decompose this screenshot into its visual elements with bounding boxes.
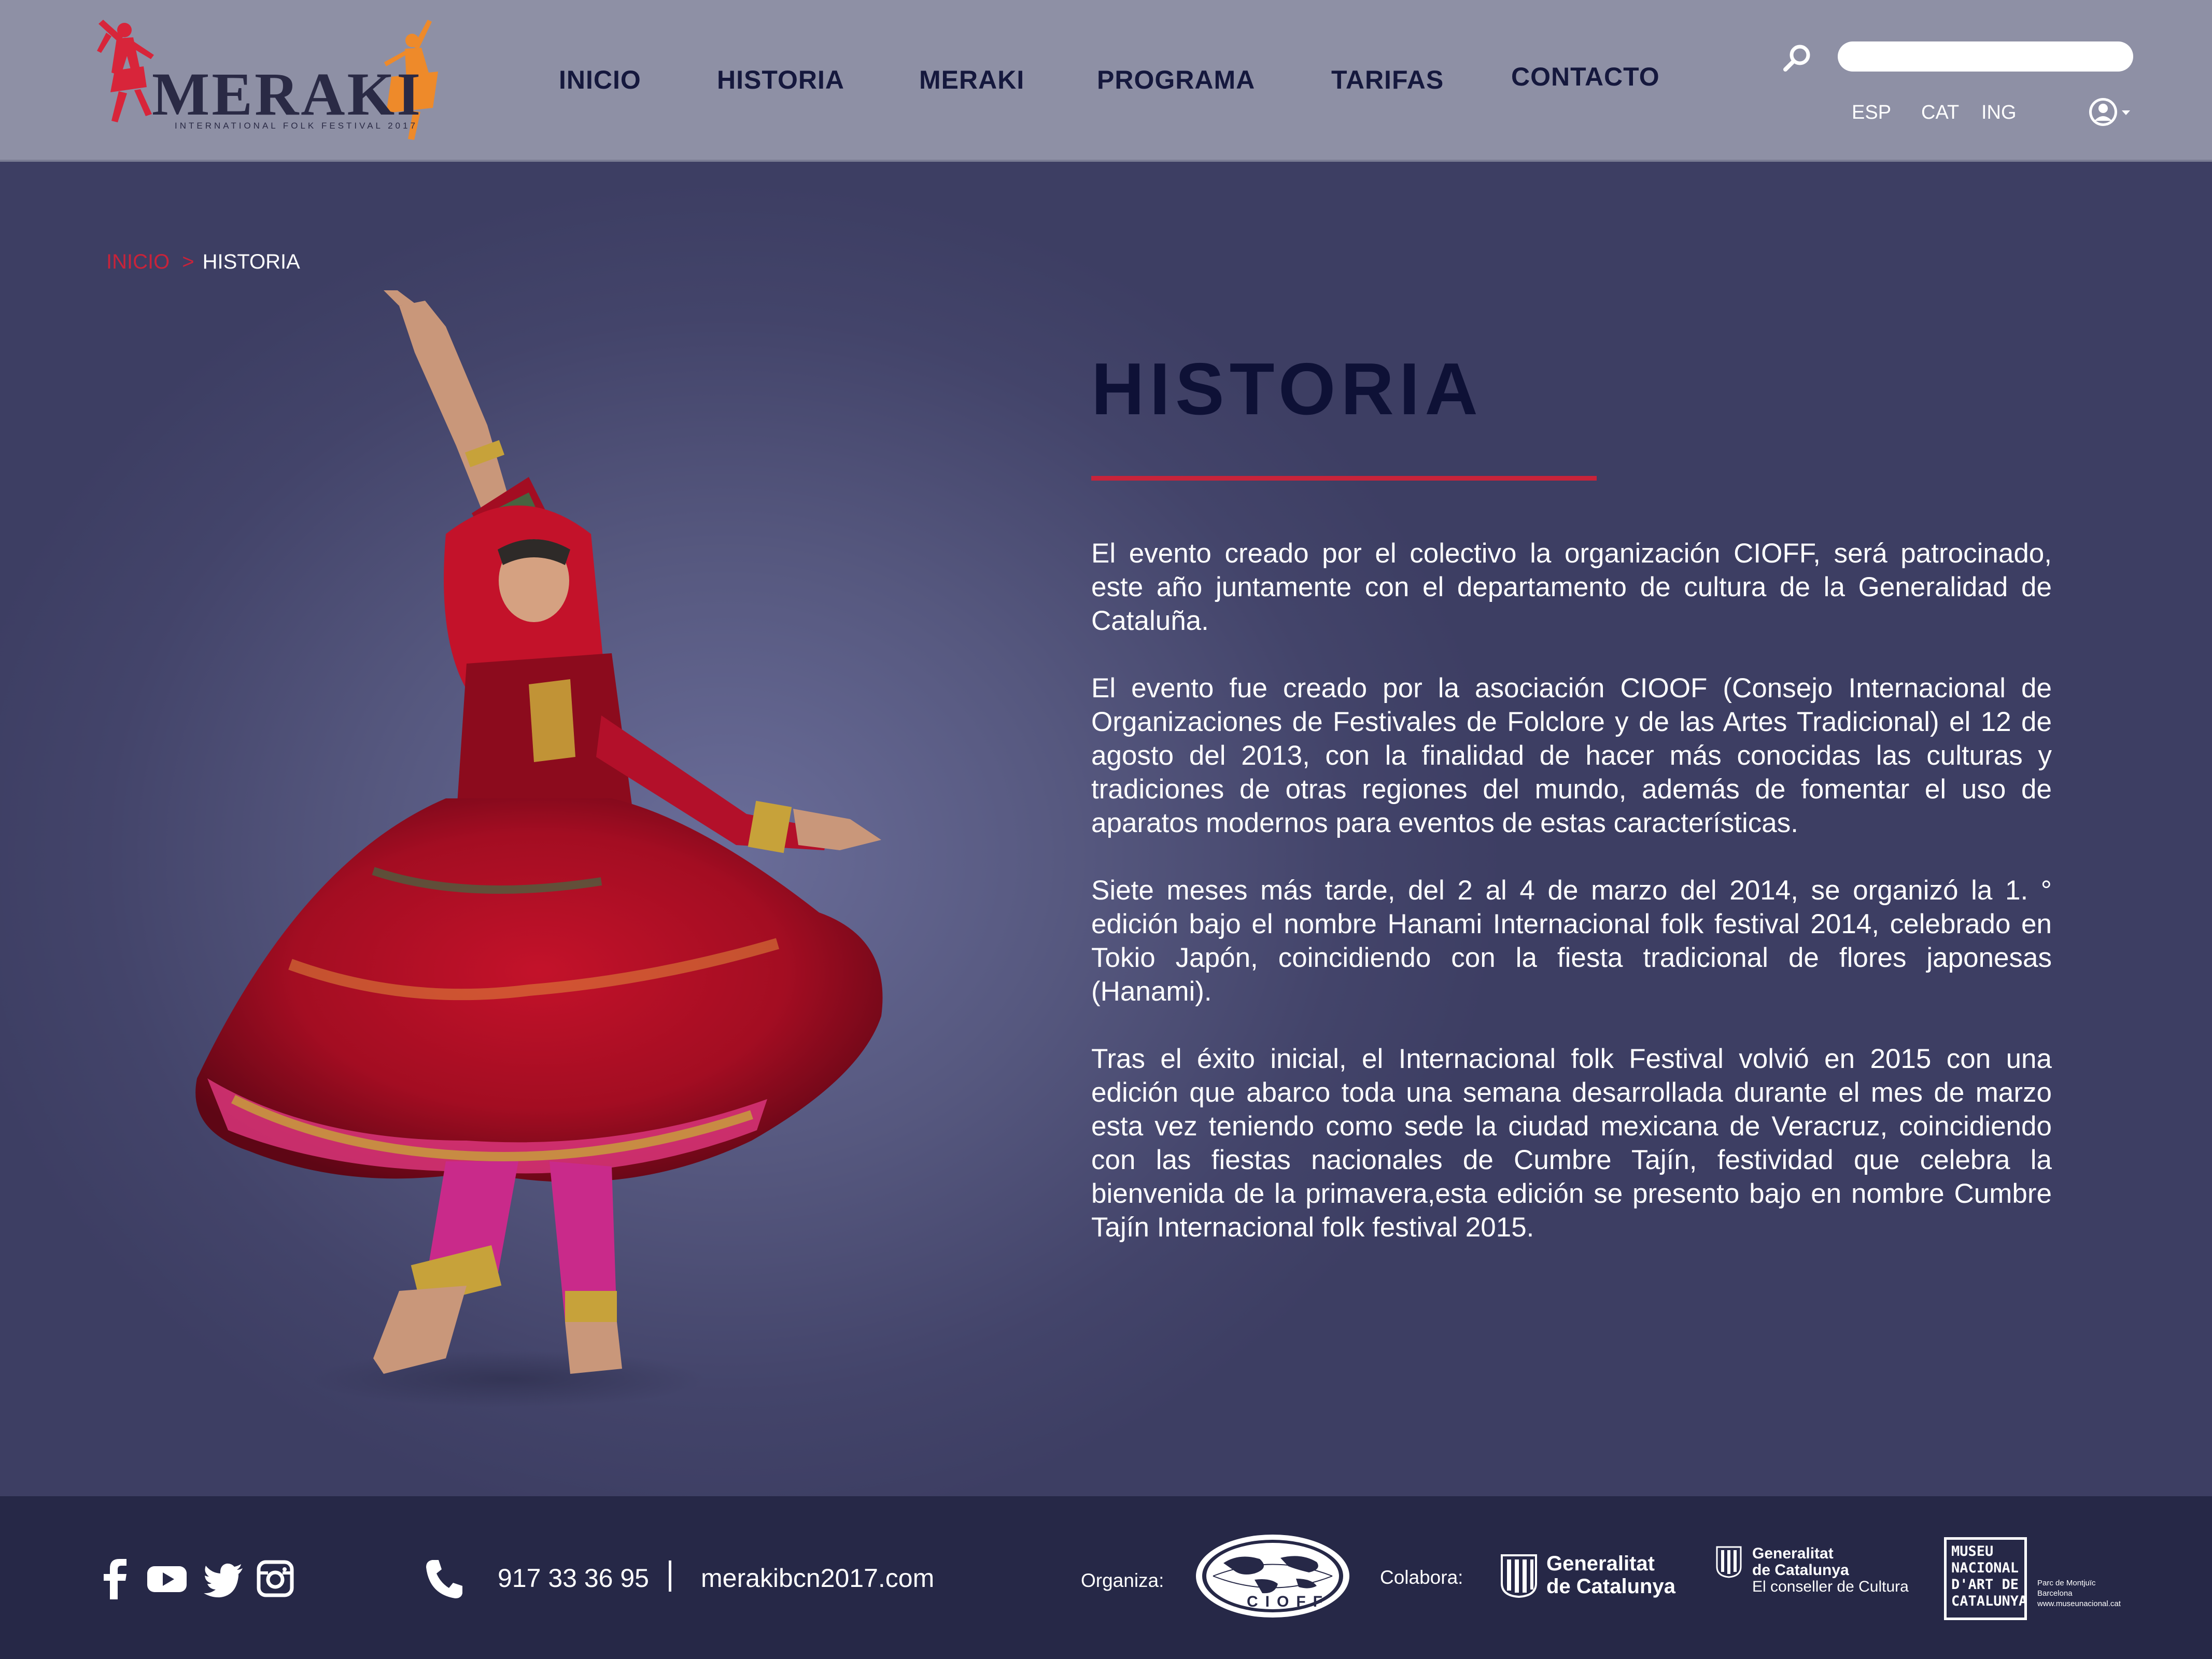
colabora-label: Colabora:: [1380, 1567, 1463, 1588]
generalitat-line1: Generalitat: [1546, 1552, 1655, 1575]
facebook-icon[interactable]: [104, 1558, 127, 1599]
museu-line3: D'ART DE: [1951, 1577, 2019, 1593]
meraki-logo[interactable]: MERAKI INTERNATIONAL FOLK FESTIVAL 2017: [96, 15, 438, 144]
museu-nacional-logo[interactable]: MUSEU NACIONAL D'ART DE CATALUNYA Parc d…: [1944, 1537, 2125, 1620]
logo-wordmark: MERAKI: [152, 60, 423, 128]
generalitat-logo[interactable]: Generalitat de Catalunya: [1501, 1550, 1687, 1602]
paragraph-4: Tras el éxito inicial, el Internacional …: [1091, 1044, 2052, 1243]
conseller-line2: de Catalunya: [1752, 1562, 1849, 1579]
generalitat-emblem-icon: [1501, 1554, 1537, 1598]
nav-item-tarifas[interactable]: TARIFAS: [1331, 65, 1444, 95]
title-underline: [1091, 476, 1597, 481]
conseller-cultura-logo[interactable]: Generalitat de Catalunya El conseller de…: [1716, 1545, 1918, 1602]
phone-icon: [425, 1558, 464, 1599]
breadcrumb: INICIO > HISTORIA: [106, 250, 300, 274]
conseller-line1: Generalitat: [1752, 1545, 1834, 1562]
museu-side2: Barcelona: [2037, 1589, 2073, 1598]
museu-side3: www.museunacional.cat: [2037, 1599, 2121, 1608]
nav-item-meraki[interactable]: MERAKI: [919, 65, 1024, 95]
contact-divider: [669, 1560, 671, 1592]
breadcrumb-home-link[interactable]: INICIO: [106, 250, 170, 273]
paragraph-2: El evento fue creado por la asociación C…: [1091, 673, 2052, 838]
lang-esp[interactable]: ESP: [1852, 102, 1891, 124]
generalitat-line2: de Catalunya: [1546, 1575, 1675, 1598]
page-title: HISTORIA: [1091, 348, 1483, 430]
nav-item-contacto[interactable]: CONTACTO: [1511, 62, 1660, 92]
youtube-icon[interactable]: [146, 1558, 188, 1599]
search-input[interactable]: [1838, 41, 2133, 72]
cioff-logo[interactable]: CIOFF: [1192, 1532, 1353, 1620]
paragraph-3: Siete meses más tarde, del 2 al 4 de mar…: [1091, 875, 2052, 1007]
page: MERAKI INTERNATIONAL FOLK FESTIVAL 2017 …: [0, 0, 2212, 1659]
lang-cat[interactable]: CAT: [1921, 102, 1959, 124]
breadcrumb-current: HISTORIA: [202, 250, 300, 273]
nav-item-historia[interactable]: HISTORIA: [717, 65, 844, 95]
paragraph-1: El evento creado por el colectivo la org…: [1091, 538, 2052, 636]
user-avatar-icon[interactable]: [2087, 95, 2136, 129]
search-icon[interactable]: [1782, 43, 1812, 73]
generalitat-emblem-icon: [1716, 1546, 1742, 1578]
museu-line4: CATALUNYA: [1951, 1593, 2027, 1609]
museu-line1: MUSEU: [1951, 1543, 1994, 1559]
nav-item-inicio[interactable]: INICIO: [559, 65, 641, 95]
nav-item-programa[interactable]: PROGRAMA: [1097, 65, 1255, 95]
logo-tagline: INTERNATIONAL FOLK FESTIVAL 2017: [175, 121, 418, 131]
instagram-icon[interactable]: [257, 1558, 294, 1599]
lang-ing[interactable]: ING: [1981, 102, 2017, 124]
dancer-photo: [195, 290, 883, 1408]
site-header: MERAKI INTERNATIONAL FOLK FESTIVAL 2017 …: [0, 0, 2212, 162]
website-link[interactable]: merakibcn2017.com: [701, 1563, 934, 1593]
museu-line2: NACIONAL: [1951, 1560, 2019, 1576]
history-text: El evento creado por el colectivo la org…: [1091, 537, 2052, 1278]
conseller-line3: El conseller de Cultura: [1752, 1578, 1909, 1595]
twitter-icon[interactable]: [203, 1558, 245, 1599]
museu-side1: Parc de Montjuïc: [2037, 1579, 2096, 1587]
phone-number[interactable]: 917 33 36 95: [498, 1563, 649, 1593]
organiza-label: Organiza:: [1081, 1570, 1164, 1591]
breadcrumb-separator: >: [182, 250, 194, 273]
cioff-logo-text: CIOFF: [1247, 1593, 1330, 1610]
